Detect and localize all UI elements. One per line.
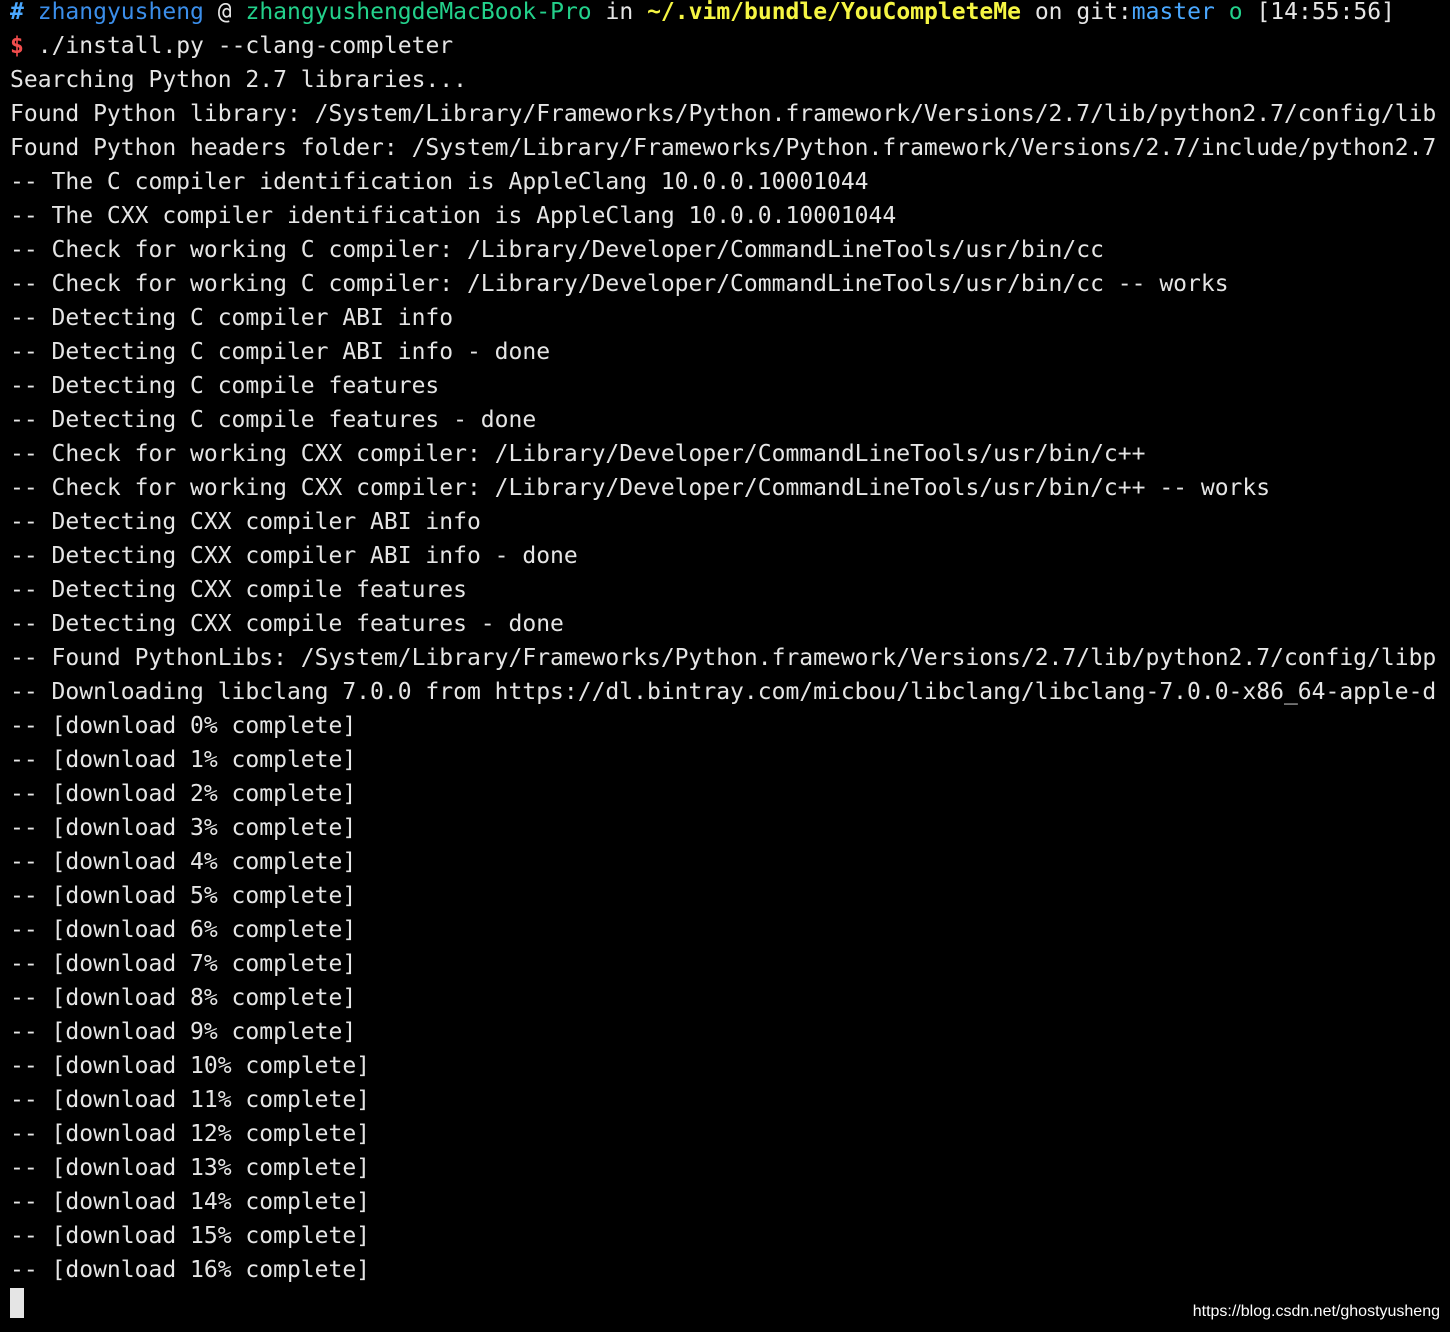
- output-line: Searching Python 2.7 libraries...: [10, 67, 467, 93]
- prompt-git-status: o: [1228, 0, 1243, 25]
- output-line: -- [download 4% complete]: [10, 849, 357, 875]
- output-line: -- Downloading libclang 7.0.0 from https…: [10, 679, 1437, 705]
- prompt-branch: master: [1131, 0, 1215, 25]
- output-line: -- Detecting CXX compile features - done: [10, 611, 564, 637]
- output-lines: Searching Python 2.7 libraries... Found P…: [10, 63, 1450, 1287]
- text-cursor: [10, 1288, 24, 1318]
- prompt-on: on: [1034, 0, 1063, 25]
- prompt-line: # zhangyusheng @ zhangyushengdeMacBook-P…: [10, 0, 1395, 29]
- output-line: Found Python library: /System/Library/Fr…: [10, 101, 1437, 127]
- output-line: -- The C compiler identification is Appl…: [10, 169, 869, 195]
- output-line: -- [download 11% complete]: [10, 1087, 371, 1113]
- output-line: -- [download 7% complete]: [10, 951, 357, 977]
- output-line: -- [download 5% complete]: [10, 883, 357, 909]
- output-line: -- Check for working C compiler: /Librar…: [10, 237, 1104, 263]
- output-line: -- Check for working CXX compiler: /Libr…: [10, 441, 1146, 467]
- output-line: -- [download 9% complete]: [10, 1019, 357, 1045]
- output-line: -- [download 15% complete]: [10, 1223, 371, 1249]
- output-line: -- [download 13% complete]: [10, 1155, 371, 1181]
- command-text: ./install.py --clang-completer: [37, 33, 454, 59]
- prompt-host: zhangyushengdeMacBook-Pro: [245, 0, 592, 25]
- output-line: -- Detecting C compiler ABI info: [10, 305, 454, 331]
- output-line: -- [download 16% complete]: [10, 1257, 371, 1283]
- output-line: -- [download 10% complete]: [10, 1053, 371, 1079]
- prompt-dollar: $: [10, 33, 24, 59]
- output-line: -- [download 6% complete]: [10, 917, 357, 943]
- output-line: -- Detecting CXX compiler ABI info - don…: [10, 543, 578, 569]
- output-line: -- [download 12% complete]: [10, 1121, 371, 1147]
- output-line: -- Check for working C compiler: /Librar…: [10, 271, 1229, 297]
- output-line: -- Check for working CXX compiler: /Libr…: [10, 475, 1271, 501]
- output-line: -- [download 3% complete]: [10, 815, 357, 841]
- output-line: -- [download 0% complete]: [10, 713, 357, 739]
- prompt-git-label: git:: [1076, 0, 1132, 25]
- output-line: -- [download 14% complete]: [10, 1189, 371, 1215]
- terminal-window[interactable]: # zhangyusheng @ zhangyushengdeMacBook-P…: [0, 0, 1450, 1332]
- prompt-in: in: [605, 0, 634, 25]
- output-line: -- The CXX compiler identification is Ap…: [10, 203, 897, 229]
- output-line: -- Detecting C compile features - done: [10, 407, 537, 433]
- watermark: https://blog.csdn.net/ghostyusheng: [1192, 1303, 1440, 1320]
- output-line: -- [download 8% complete]: [10, 985, 357, 1011]
- output-line: -- Found PythonLibs: /System/Library/Fra…: [10, 645, 1437, 671]
- prompt-time: [14:55:56]: [1256, 0, 1395, 25]
- output-line: Found Python headers folder: /System/Lib…: [10, 135, 1437, 161]
- output-line: -- [download 1% complete]: [10, 747, 357, 773]
- prompt-user: zhangyusheng: [37, 0, 204, 25]
- prompt-hash: #: [10, 0, 24, 25]
- output-line: -- Detecting CXX compiler ABI info: [10, 509, 481, 535]
- output-line: -- Detecting C compiler ABI info - done: [10, 339, 551, 365]
- terminal-output: $ ./install.py --clang-completer Searchi…: [10, 29, 1450, 1287]
- output-line: -- [download 2% complete]: [10, 781, 357, 807]
- output-line: -- Detecting CXX compile features: [10, 577, 467, 603]
- prompt-path: ~/.vim/bundle/YouCompleteMe: [647, 0, 1021, 25]
- prompt-at: @: [217, 0, 232, 25]
- output-line: -- Detecting C compile features: [10, 373, 440, 399]
- command-line: $ ./install.py --clang-completer: [10, 29, 1450, 63]
